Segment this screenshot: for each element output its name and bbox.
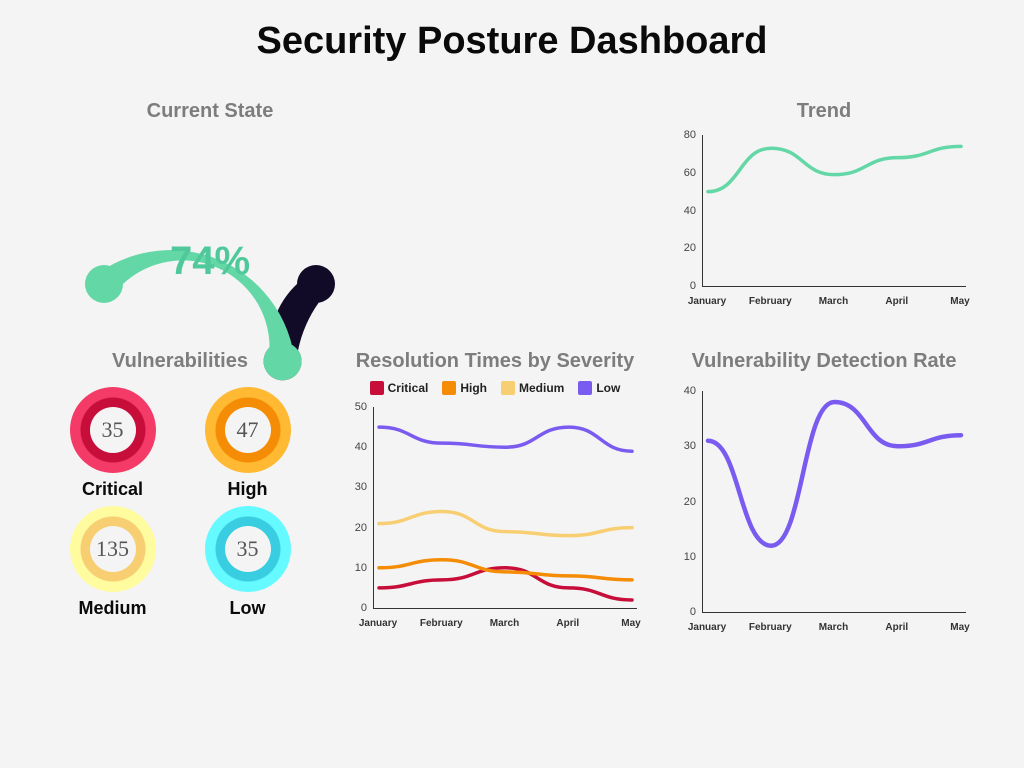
x-tick: January <box>688 296 726 307</box>
donut-value: 35 <box>225 526 271 572</box>
detection-chart: 0 10 20 30 40 January February March April May <box>674 383 974 633</box>
donut-icon: 35 <box>70 387 156 473</box>
x-tick: May <box>621 618 640 629</box>
y-tick: 30 <box>345 481 367 493</box>
y-tick: 20 <box>674 242 696 254</box>
vuln-low: 35 Low <box>195 506 300 619</box>
x-tick: January <box>359 618 397 629</box>
trend-panel: Trend 0 20 40 60 80 January February March April… <box>664 100 984 307</box>
vuln-medium: 135 Medium <box>60 506 165 619</box>
y-tick: 30 <box>674 440 696 452</box>
y-tick: 50 <box>345 401 367 413</box>
donut-value: 135 <box>90 526 136 572</box>
x-tick: May <box>950 296 969 307</box>
gauge-chart: 74% <box>70 129 350 299</box>
gauge-value: 74% <box>170 239 250 284</box>
y-tick: 80 <box>674 129 696 141</box>
donut-value: 47 <box>225 407 271 453</box>
x-tick: March <box>819 622 848 633</box>
legend-critical: Critical <box>370 381 429 395</box>
resolution-chart: 0 10 20 30 40 50 January February March April May <box>345 399 645 629</box>
y-tick: 20 <box>345 522 367 534</box>
y-tick: 0 <box>345 602 367 614</box>
x-tick: January <box>688 622 726 633</box>
vulnerabilities-title: Vulnerabilities <box>60 350 300 373</box>
y-tick: 0 <box>674 606 696 618</box>
y-tick: 40 <box>345 441 367 453</box>
detection-panel: Vulnerability Detection Rate 0 10 20 30 40 Ja… <box>664 350 984 633</box>
donut-label: Low <box>195 598 300 619</box>
legend-label: High <box>460 381 487 395</box>
y-tick: 20 <box>674 496 696 508</box>
legend-swatch <box>370 381 384 395</box>
x-tick: February <box>749 622 792 633</box>
page-title: Security Posture Dashboard <box>0 0 1024 63</box>
vuln-critical: 35 Critical <box>60 387 165 500</box>
x-tick: March <box>490 618 519 629</box>
legend-high: High <box>442 381 487 395</box>
donut-label: High <box>195 479 300 500</box>
vulnerabilities-panel: Vulnerabilities 35 Critical 47 High 135 Mediu… <box>60 350 300 619</box>
y-tick: 60 <box>674 167 696 179</box>
donut-icon: 135 <box>70 506 156 592</box>
gauge-title: Current State <box>60 100 360 123</box>
y-tick: 40 <box>674 385 696 397</box>
legend-low: Low <box>578 381 620 395</box>
resolution-panel: Resolution Times by Severity Critical Hig… <box>330 350 660 629</box>
donut-label: Medium <box>60 598 165 619</box>
legend-label: Medium <box>519 381 564 395</box>
y-tick: 10 <box>345 562 367 574</box>
donut-label: Critical <box>60 479 165 500</box>
y-tick: 0 <box>674 280 696 292</box>
x-tick: April <box>885 622 908 633</box>
gauge-panel: Current State 74% <box>60 100 360 299</box>
legend-label: Low <box>596 381 620 395</box>
x-tick: May <box>950 622 969 633</box>
y-tick: 10 <box>674 551 696 563</box>
resolution-title: Resolution Times by Severity <box>345 350 645 373</box>
trend-chart: 0 20 40 60 80 January February March April May <box>674 127 974 307</box>
x-tick: April <box>556 618 579 629</box>
legend-swatch <box>578 381 592 395</box>
legend-swatch <box>501 381 515 395</box>
x-tick: February <box>749 296 792 307</box>
legend-swatch <box>442 381 456 395</box>
x-tick: February <box>420 618 463 629</box>
donut-icon: 47 <box>205 387 291 473</box>
detection-title: Vulnerability Detection Rate <box>664 350 984 373</box>
x-tick: April <box>885 296 908 307</box>
y-tick: 40 <box>674 205 696 217</box>
legend-label: Critical <box>388 381 429 395</box>
donut-value: 35 <box>90 407 136 453</box>
donut-icon: 35 <box>205 506 291 592</box>
x-tick: March <box>819 296 848 307</box>
resolution-legend: Critical High Medium Low <box>330 381 660 395</box>
legend-medium: Medium <box>501 381 564 395</box>
trend-title: Trend <box>664 100 984 123</box>
vuln-high: 47 High <box>195 387 300 500</box>
